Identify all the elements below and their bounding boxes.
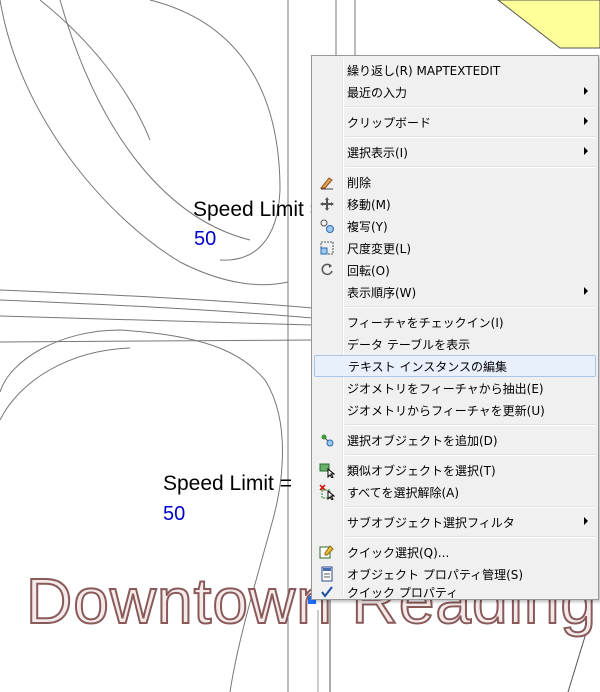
context-menu: 繰り返し(R) MAPTEXTEDIT 最近の入力 クリップボード 選択表示(I… — [311, 55, 599, 600]
eraser-icon — [316, 172, 338, 192]
copy-icon — [316, 216, 338, 236]
menu-item-label: クイック プロパティ — [347, 585, 459, 600]
yellow-parcel — [497, 0, 600, 49]
submenu-arrow-icon — [584, 287, 588, 295]
menu-item-label: フィーチャをチェックイン(I) — [347, 315, 504, 330]
menu-item-copy[interactable]: 複写(Y) — [314, 215, 596, 237]
menu-item-label: クリップボード — [347, 115, 432, 130]
menu-item-label: 選択表示(I) — [347, 145, 408, 160]
menu-item-label: テキスト インスタンスの編集 — [348, 359, 507, 374]
select-similar-icon — [316, 460, 338, 480]
add-selected-icon — [316, 430, 338, 450]
menu-item-subobject-filter[interactable]: サブオブジェクト選択フィルタ — [314, 511, 596, 533]
rotate-icon — [316, 260, 338, 280]
menu-item-rotate[interactable]: 回転(O) — [314, 259, 596, 281]
menu-item-label: 表示順序(W) — [347, 285, 417, 300]
submenu-arrow-icon — [584, 87, 588, 95]
menu-item-quick-properties[interactable]: クイック プロパティ — [314, 582, 596, 602]
menu-separator — [345, 424, 595, 426]
menu-item-label: すべてを選択解除(A) — [347, 485, 460, 500]
menu-item-label: 回転(O) — [347, 263, 390, 278]
speed-limit-label-top: Speed Limit = — [193, 198, 322, 221]
quick-select-icon — [316, 542, 338, 562]
checkmark-icon — [316, 582, 338, 602]
menu-item-update-feature[interactable]: ジオメトリからフィーチャを更新(U) — [314, 399, 596, 421]
menu-item-label: 繰り返し(R) MAPTEXTEDIT — [347, 63, 501, 78]
menu-item-recent-input[interactable]: 最近の入力 — [314, 81, 596, 103]
menu-item-draw-order[interactable]: 表示順序(W) — [314, 281, 596, 303]
menu-item-isolate[interactable]: 選択表示(I) — [314, 141, 596, 163]
menu-separator — [345, 454, 595, 456]
menu-item-label: ジオメトリをフィーチャから抽出(E) — [347, 381, 544, 396]
menu-item-select-similar[interactable]: 類似オブジェクトを選択(T) — [314, 459, 596, 481]
menu-item-label: 削除 — [347, 175, 372, 190]
menu-item-clipboard[interactable]: クリップボード — [314, 111, 596, 133]
deselect-all-icon — [316, 482, 338, 502]
menu-item-edit-text-instance[interactable]: テキスト インスタンスの編集 — [314, 355, 596, 377]
menu-separator — [345, 166, 595, 168]
menu-item-label: 選択オブジェクトを追加(D) — [347, 433, 498, 448]
submenu-arrow-icon — [584, 117, 588, 125]
menu-separator — [345, 106, 595, 108]
menu-item-quick-select[interactable]: クイック選択(Q)... — [314, 541, 596, 563]
menu-item-erase[interactable]: 削除 — [314, 171, 596, 193]
menu-item-label: データ テーブルを表示 — [347, 337, 471, 352]
speed-limit-value-top: 50 — [194, 228, 217, 250]
menu-item-label: 最近の入力 — [347, 85, 408, 100]
menu-item-deselect-all[interactable]: すべてを選択解除(A) — [314, 481, 596, 503]
submenu-arrow-icon — [584, 517, 588, 525]
menu-item-label: クイック選択(Q)... — [347, 545, 450, 560]
menu-item-label: オブジェクト プロパティ管理(S) — [347, 567, 524, 582]
menu-item-move[interactable]: 移動(M) — [314, 193, 596, 215]
speed-limit-value-bottom: 50 — [163, 503, 186, 525]
properties-icon — [316, 564, 338, 584]
menu-item-label: ジオメトリからフィーチャを更新(U) — [347, 403, 545, 418]
menu-item-label: 移動(M) — [347, 197, 391, 212]
menu-item-properties[interactable]: オブジェクト プロパティ管理(S) — [314, 563, 596, 585]
menu-separator — [345, 136, 595, 138]
move-icon — [316, 194, 338, 214]
menu-separator — [345, 506, 595, 508]
scale-icon — [316, 238, 338, 258]
menu-item-view-data-table[interactable]: データ テーブルを表示 — [314, 333, 596, 355]
submenu-arrow-icon — [584, 147, 588, 155]
menu-item-label: サブオブジェクト選択フィルタ — [347, 515, 515, 530]
menu-item-scale[interactable]: 尺度変更(L) — [314, 237, 596, 259]
menu-separator — [345, 536, 595, 538]
speed-limit-label-bottom: Speed Limit = — [163, 472, 292, 495]
menu-separator — [345, 306, 595, 308]
menu-item-extract-geometry[interactable]: ジオメトリをフィーチャから抽出(E) — [314, 377, 596, 399]
menu-item-repeat[interactable]: 繰り返し(R) MAPTEXTEDIT — [314, 59, 596, 81]
menu-item-label: 類似オブジェクトを選択(T) — [347, 463, 496, 478]
menu-item-add-selected[interactable]: 選択オブジェクトを追加(D) — [314, 429, 596, 451]
menu-item-check-in-feature[interactable]: フィーチャをチェックイン(I) — [314, 311, 596, 333]
menu-item-label: 複写(Y) — [347, 219, 388, 234]
menu-item-label: 尺度変更(L) — [347, 241, 412, 256]
